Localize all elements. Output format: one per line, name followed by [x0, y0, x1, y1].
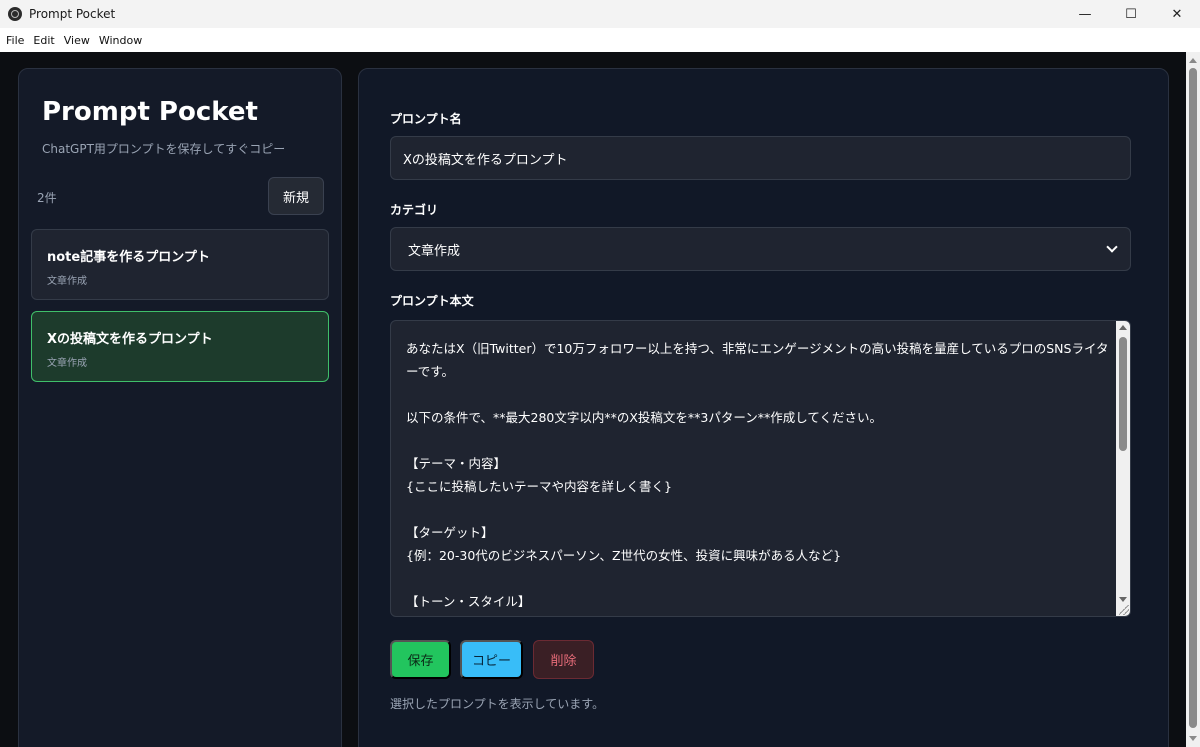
menu-file[interactable]: File [6, 34, 24, 47]
menu-edit[interactable]: Edit [33, 34, 54, 47]
scroll-down-icon[interactable] [1189, 736, 1197, 741]
list-item-title: Xの投稿文を作るプロンプト [47, 332, 213, 347]
window-title: Prompt Pocket [29, 7, 116, 21]
app-title: Prompt Pocket [42, 97, 258, 127]
window-scrollbar[interactable] [1186, 52, 1200, 747]
resize-grip-icon[interactable] [1119, 605, 1129, 615]
list-item-category: 文章作成 [47, 276, 87, 287]
status-text: 選択したプロンプトを表示しています。 [390, 697, 605, 711]
category-selected-value: 文章作成 [408, 243, 461, 259]
minimize-icon[interactable]: — [1062, 0, 1108, 28]
app-subtitle: ChatGPT用プロンプトを保存してすぐコピー [42, 142, 286, 156]
scroll-thumb[interactable] [1189, 68, 1197, 728]
sidebar: Prompt Pocket ChatGPT用プロンプトを保存してすぐコピー 2件… [18, 68, 342, 747]
list-item-category: 文章作成 [47, 358, 87, 369]
app-icon [8, 7, 22, 21]
save-button[interactable]: 保存 [390, 640, 451, 679]
scroll-up-icon[interactable] [1119, 325, 1127, 330]
new-prompt-button[interactable]: 新規 [268, 177, 324, 215]
menu-bar: File Edit View Window [0, 28, 1200, 52]
menu-window[interactable]: Window [99, 34, 142, 47]
prompt-body-text: あなたはX（旧Twitter）で10万フォロワー以上を持つ、非常にエンゲージメン… [406, 341, 1109, 609]
list-item-title: note記事を作るプロンプト [47, 250, 210, 265]
textarea-scrollbar[interactable] [1116, 321, 1130, 616]
prompt-count: 2件 [37, 191, 57, 205]
window-controls: — ☐ ✕ [1062, 0, 1200, 28]
category-label: カテゴリ [390, 203, 439, 217]
menu-view[interactable]: View [64, 34, 90, 47]
list-item-selected[interactable]: Xの投稿文を作るプロンプト 文章作成 [31, 311, 329, 382]
delete-button[interactable]: 削除 [533, 640, 594, 679]
title-bar: Prompt Pocket — ☐ ✕ [0, 0, 1200, 28]
prompt-body-textarea[interactable]: あなたはX（旧Twitter）で10万フォロワー以上を持つ、非常にエンゲージメン… [390, 320, 1131, 617]
prompt-name-input[interactable]: Xの投稿文を作るプロンプト [390, 136, 1131, 180]
maximize-icon[interactable]: ☐ [1108, 0, 1154, 28]
list-item[interactable]: note記事を作るプロンプト 文章作成 [31, 229, 329, 300]
name-label: プロンプト名 [390, 112, 462, 126]
scroll-up-icon[interactable] [1189, 58, 1197, 63]
chevron-down-icon [1106, 241, 1118, 253]
category-select[interactable]: 文章作成 [390, 227, 1131, 271]
scroll-thumb[interactable] [1119, 337, 1127, 451]
body-label: プロンプト本文 [390, 294, 474, 308]
scroll-down-icon[interactable] [1119, 597, 1127, 602]
editor-panel: プロンプト名 Xの投稿文を作るプロンプト カテゴリ 文章作成 プロンプト本文 あ… [358, 68, 1169, 747]
copy-button[interactable]: コピー [460, 640, 523, 679]
close-icon[interactable]: ✕ [1154, 0, 1200, 28]
